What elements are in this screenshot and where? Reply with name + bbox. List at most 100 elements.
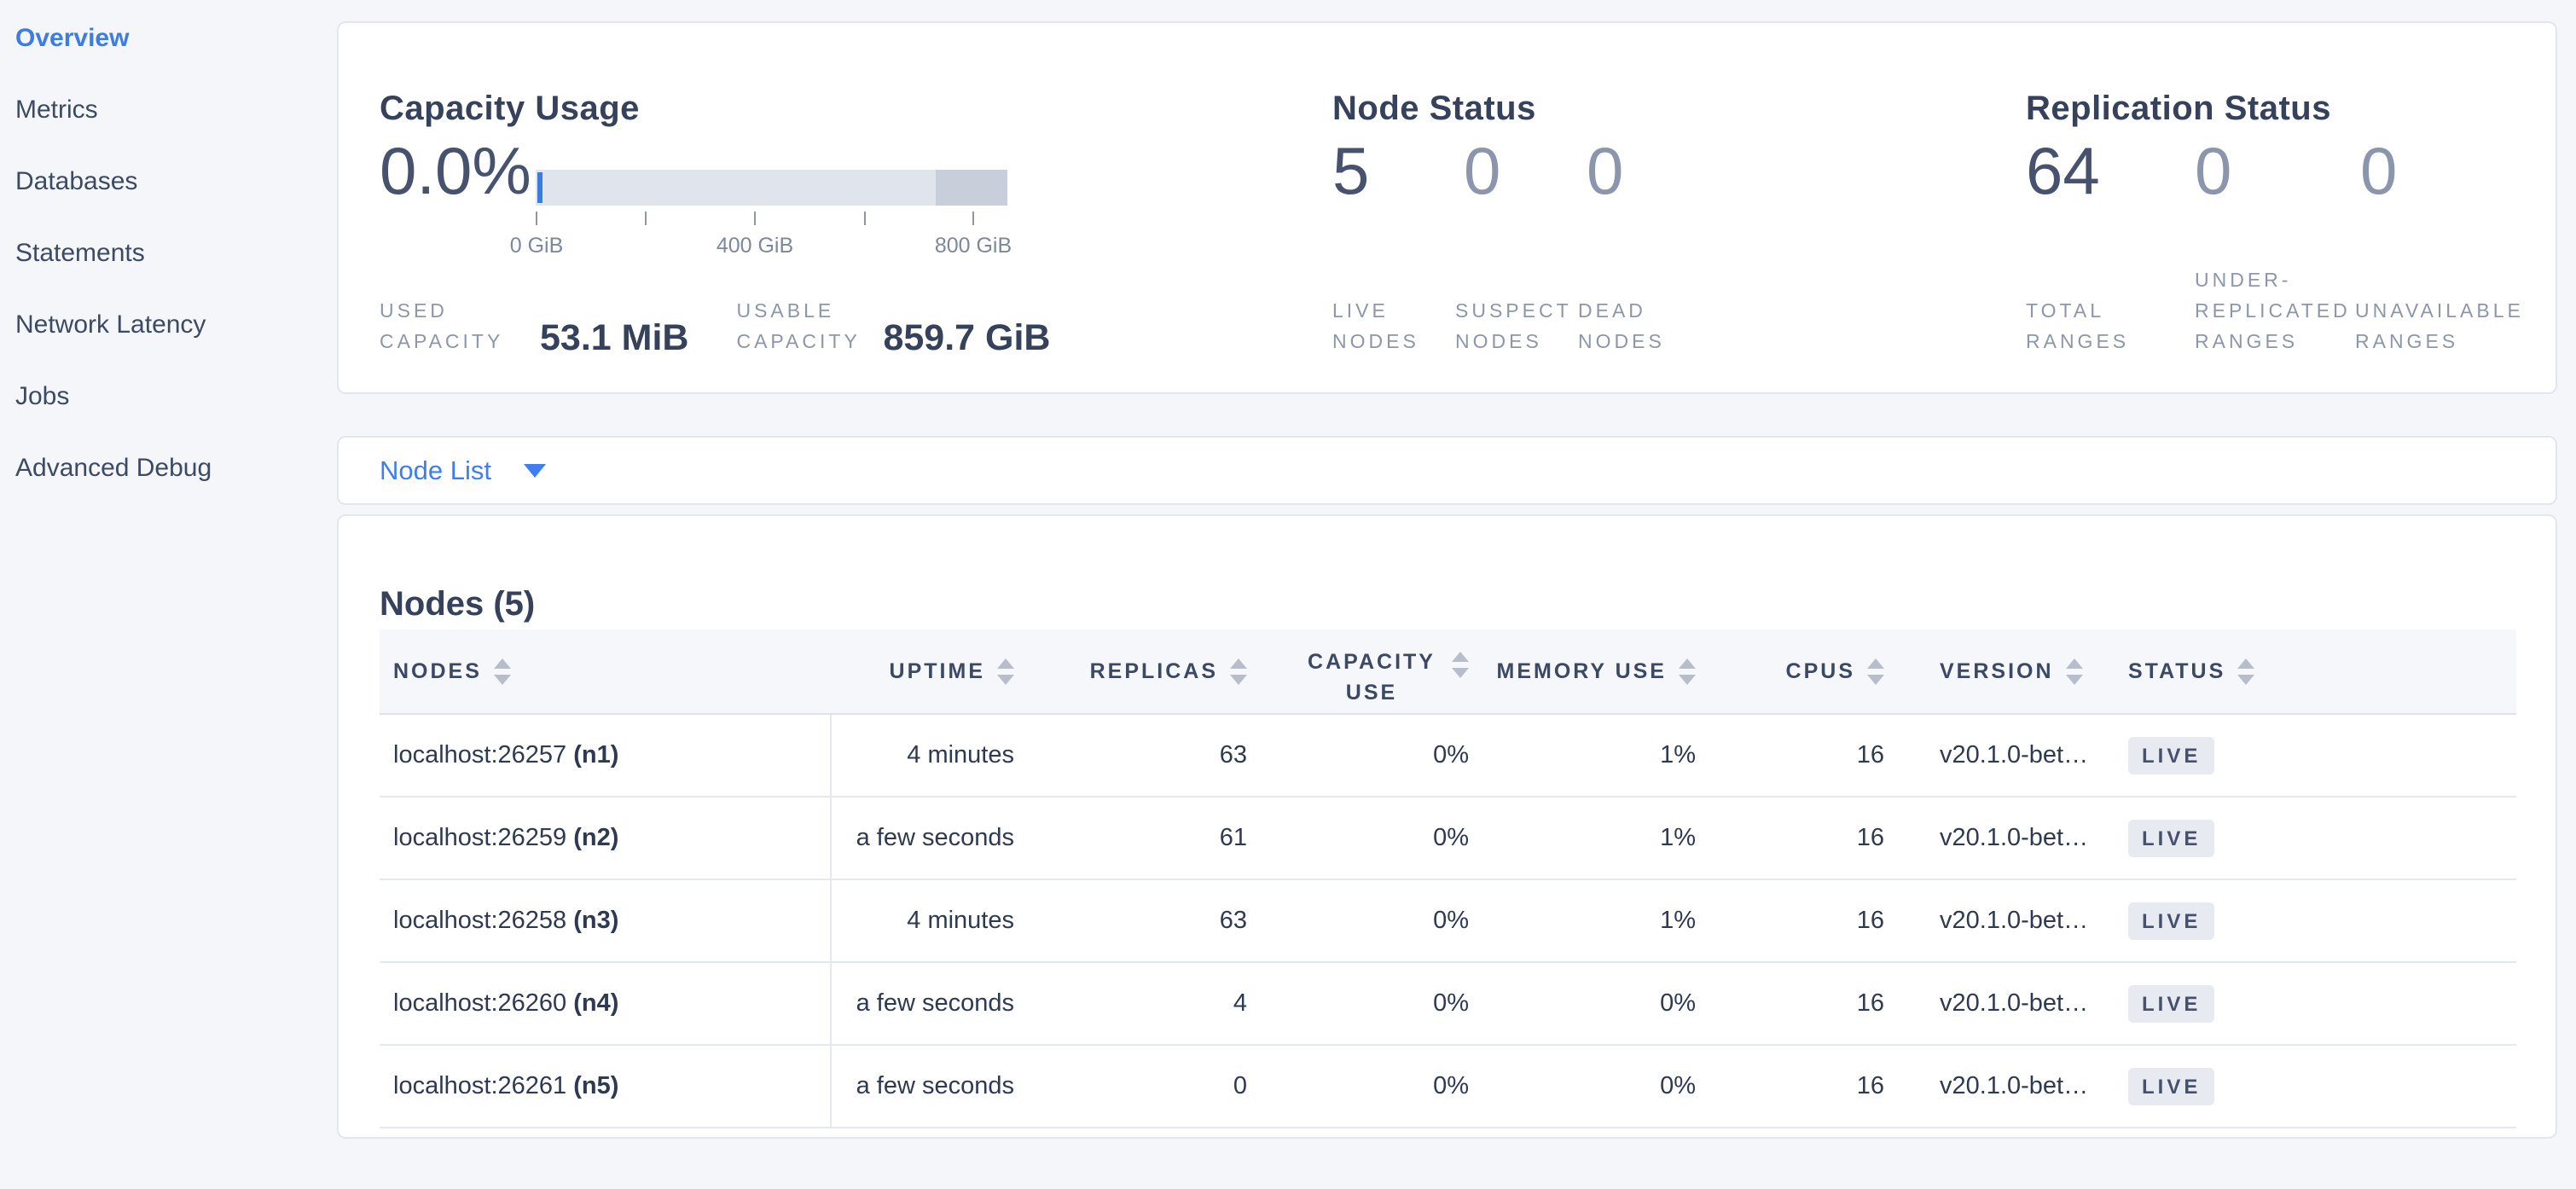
- replication-status-title: Replication Status: [2026, 90, 2331, 128]
- column-header-status[interactable]: STATUS: [2128, 658, 2516, 685]
- table-row: localhost:26257 (n1) 4 minutes 63 0% 1% …: [380, 715, 2516, 798]
- node-address-cell[interactable]: localhost:26261 (n5): [380, 1046, 832, 1127]
- capacity-bar-other: [936, 170, 1007, 206]
- column-header-cpus[interactable]: CPUS: [1696, 658, 1884, 685]
- axis-tick: [972, 212, 974, 225]
- axis-tick: [645, 212, 647, 225]
- node-list-dropdown[interactable]: Node List: [380, 455, 546, 486]
- axis-label-0gib: 0 GiB: [510, 234, 564, 258]
- nodes-table: NODES UPTIME REPLICAS CAPACITY USE MEMOR…: [380, 629, 2516, 1128]
- node-id: (n1): [573, 741, 618, 769]
- cpus-cell: 16: [1696, 907, 1884, 935]
- live-nodes-count: 5: [1332, 136, 1464, 206]
- suspect-nodes-label: SUSPECT NODES: [1455, 295, 1566, 357]
- node-status-title: Node Status: [1332, 90, 1536, 128]
- uptime-cell: a few seconds: [832, 1072, 1014, 1100]
- uptime-cell: 4 minutes: [832, 907, 1014, 935]
- cpus-cell: 16: [1696, 824, 1884, 852]
- column-header-version[interactable]: VERSION: [1884, 658, 2128, 685]
- capacity-use-cell: 0%: [1247, 741, 1469, 769]
- status-badge: LIVE: [2128, 985, 2214, 1023]
- status-badge: LIVE: [2128, 737, 2214, 774]
- node-address-cell[interactable]: localhost:26260 (n4): [380, 963, 832, 1044]
- node-address-cell[interactable]: localhost:26259 (n2): [380, 798, 832, 879]
- sidebar-item-advanced-debug[interactable]: Advanced Debug: [15, 454, 337, 483]
- table-row: localhost:26261 (n5) a few seconds 0 0% …: [380, 1046, 2516, 1128]
- version-cell: v20.1.0-bet…: [1884, 824, 2128, 852]
- capacity-axis-labels: 0 GiB 400 GiB 800 GiB: [536, 234, 974, 259]
- node-address: localhost:26260: [393, 989, 566, 1018]
- table-header-row: NODES UPTIME REPLICAS CAPACITY USE MEMOR…: [380, 629, 2516, 715]
- dead-nodes-count: 0: [1587, 136, 1709, 206]
- capacity-bar-used-marker: [537, 172, 542, 203]
- status-cell: LIVE: [2128, 820, 2516, 857]
- axis-tick: [864, 212, 866, 225]
- sort-icon: [1230, 658, 1247, 685]
- status-cell: LIVE: [2128, 985, 2516, 1023]
- total-ranges-count: 64: [2026, 136, 2195, 206]
- column-header-label: UPTIME: [890, 659, 985, 684]
- axis-tick: [754, 212, 756, 225]
- node-id: (n4): [573, 989, 618, 1018]
- column-header-label: NODES: [393, 659, 482, 684]
- replicas-cell: 0: [1014, 1072, 1247, 1100]
- column-header-nodes[interactable]: NODES: [380, 658, 832, 685]
- status-cell: LIVE: [2128, 1068, 2516, 1105]
- status-cell: LIVE: [2128, 902, 2516, 940]
- table-row: localhost:26259 (n2) a few seconds 61 0%…: [380, 798, 2516, 880]
- under-replicated-ranges-label: UNDER-REPLICATED RANGES: [2195, 264, 2360, 357]
- sidebar-item-metrics[interactable]: Metrics: [15, 96, 337, 125]
- column-header-label: REPLICAS: [1090, 659, 1218, 684]
- axis-tick: [536, 212, 537, 225]
- capacity-axis-ticks: [536, 212, 974, 225]
- capacity-summary: USED CAPACITY 53.1 MiB USABLE CAPACITY 8…: [380, 295, 1050, 357]
- used-capacity-label: USED CAPACITY: [380, 295, 525, 357]
- capacity-usage-title: Capacity Usage: [380, 90, 640, 128]
- node-address-cell[interactable]: localhost:26257 (n1): [380, 715, 832, 796]
- column-header-label: CAPACITY USE: [1303, 647, 1440, 708]
- node-id: (n2): [573, 824, 618, 852]
- dead-nodes-label: DEAD NODES: [1578, 295, 1680, 357]
- uptime-cell: a few seconds: [832, 989, 1014, 1018]
- cpus-cell: 16: [1696, 1072, 1884, 1100]
- sidebar-item-databases[interactable]: Databases: [15, 167, 337, 196]
- column-header-label: STATUS: [2128, 659, 2225, 684]
- sort-icon: [1867, 658, 1884, 685]
- uptime-cell: 4 minutes: [832, 741, 1014, 769]
- status-cell: LIVE: [2128, 737, 2516, 774]
- node-status-values: 5 0 0: [1332, 136, 1709, 206]
- replicas-cell: 61: [1014, 824, 1247, 852]
- replicas-cell: 63: [1014, 741, 1247, 769]
- sidebar-item-overview[interactable]: Overview: [15, 24, 337, 53]
- column-header-uptime[interactable]: UPTIME: [832, 658, 1014, 685]
- status-badge: LIVE: [2128, 902, 2214, 940]
- node-id: (n3): [573, 907, 618, 935]
- column-header-replicas[interactable]: REPLICAS: [1014, 658, 1247, 685]
- chevron-down-icon: [524, 464, 546, 478]
- under-replicated-ranges-count: 0: [2195, 136, 2360, 206]
- sort-icon: [2066, 658, 2083, 685]
- version-cell: v20.1.0-bet…: [1884, 907, 2128, 935]
- column-header-memory-use[interactable]: MEMORY USE: [1469, 658, 1696, 685]
- node-status-labels: LIVE NODES SUSPECT NODES DEAD NODES: [1332, 295, 1680, 357]
- suspect-nodes-count: 0: [1464, 136, 1587, 206]
- node-address: localhost:26259: [393, 824, 566, 852]
- sidebar-item-statements[interactable]: Statements: [15, 239, 337, 268]
- node-address: localhost:26258: [393, 907, 566, 935]
- sidebar-item-network-latency[interactable]: Network Latency: [15, 310, 337, 339]
- version-cell: v20.1.0-bet…: [1884, 1072, 2128, 1100]
- memory-use-cell: 0%: [1469, 989, 1696, 1018]
- cluster-summary-card: Capacity Usage 0.0% 0 GiB 400 GiB 800 Gi…: [337, 21, 2557, 394]
- table-row: localhost:26260 (n4) a few seconds 4 0% …: [380, 963, 2516, 1046]
- sidebar: Overview Metrics Databases Statements Ne…: [0, 0, 337, 525]
- replicas-cell: 4: [1014, 989, 1247, 1018]
- capacity-bar-usable: [536, 170, 936, 206]
- capacity-use-cell: 0%: [1247, 824, 1469, 852]
- column-header-label: MEMORY USE: [1497, 659, 1667, 684]
- capacity-use-cell: 0%: [1247, 1072, 1469, 1100]
- live-nodes-label: LIVE NODES: [1332, 295, 1435, 357]
- column-header-capacity-use[interactable]: CAPACITY USE: [1247, 635, 1469, 708]
- sidebar-item-jobs[interactable]: Jobs: [15, 382, 337, 411]
- node-address-cell[interactable]: localhost:26258 (n3): [380, 880, 832, 961]
- replication-status-labels: TOTAL RANGES UNDER-REPLICATED RANGES UNA…: [2026, 264, 2551, 357]
